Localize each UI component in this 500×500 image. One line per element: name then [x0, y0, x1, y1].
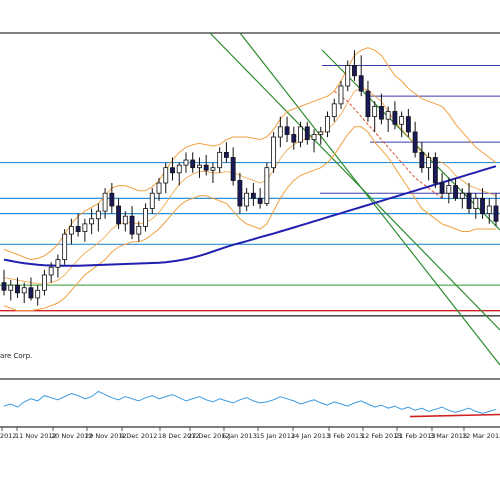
candle-body-28 — [190, 159, 196, 169]
candle-body-33 — [223, 151, 229, 158]
candle-body-47 — [318, 131, 324, 135]
candle-body-10 — [68, 226, 74, 235]
candle-body-24 — [163, 167, 169, 184]
candle-body-30 — [203, 164, 209, 171]
candle-body-66 — [446, 185, 452, 194]
candle-body-23 — [156, 182, 162, 194]
candle-body-11 — [75, 226, 81, 232]
candle-body-56 — [379, 106, 384, 120]
candle-body-34 — [230, 157, 236, 181]
candle-body-19 — [129, 215, 135, 235]
candle-body-32 — [217, 151, 223, 169]
candle-body-58 — [392, 111, 398, 125]
candle-body-27 — [183, 159, 189, 166]
candle-body-0 — [1, 282, 7, 291]
x-tick-label-8: 15 Jan 2013 — [256, 432, 295, 440]
candle-body-69 — [466, 192, 472, 209]
candle-body-36 — [244, 192, 250, 207]
candle-body-17 — [116, 205, 121, 225]
candle-body-67 — [453, 185, 458, 199]
candle-body-6 — [42, 274, 47, 291]
x-tick-label-9: 24 Jan 2013 — [291, 432, 330, 440]
candle-body-16 — [109, 192, 115, 207]
candle-body-4 — [28, 287, 34, 299]
candle-body-31 — [210, 167, 216, 171]
candle-body-38 — [257, 197, 263, 204]
candle-body-49 — [331, 103, 337, 118]
candle-body-53 — [358, 75, 364, 92]
candle-body-25 — [170, 167, 175, 174]
candle-body-68 — [459, 192, 465, 199]
candle-body-21 — [143, 208, 148, 227]
candle-body-29 — [197, 164, 202, 169]
candle-body-5 — [35, 289, 41, 299]
candle-body-73 — [493, 205, 499, 222]
candle-body-41 — [277, 126, 283, 138]
candle-body-12 — [82, 223, 88, 232]
candle-body-15 — [102, 192, 108, 212]
candle-body-62 — [419, 151, 425, 169]
candle-body-52 — [352, 65, 357, 77]
candle-body-64 — [432, 157, 438, 184]
candle-body-44 — [298, 126, 303, 143]
x-tick-label-10: 3 Feb 2013 — [327, 432, 363, 440]
candle-body-55 — [372, 106, 378, 118]
candle-body-35 — [237, 180, 243, 207]
candle-body-18 — [122, 215, 128, 225]
candle-body-37 — [250, 192, 256, 199]
candle-body-71 — [480, 197, 485, 215]
candle-body-51 — [345, 65, 351, 87]
candle-body-45 — [304, 126, 310, 141]
candle-body-60 — [405, 116, 411, 133]
candle-body-9 — [62, 233, 68, 261]
candle-body-8 — [55, 259, 61, 268]
candle-body-40 — [271, 136, 277, 169]
candle-body-22 — [149, 192, 155, 209]
candle-body-14 — [95, 210, 101, 220]
x-tick-label-4: 9 Dec 2012 — [120, 432, 157, 440]
x-tick-label-7: 6 Jan 2013 — [222, 432, 257, 440]
candle-body-54 — [365, 90, 371, 118]
candle-body-50 — [338, 85, 344, 105]
candle-body-7 — [48, 266, 54, 276]
candle-body-13 — [89, 218, 95, 225]
candlestick-chart: 201211 Nov 201220 Nov 201229 Nov 20129 D… — [0, 32, 500, 440]
candle-body-3 — [21, 287, 27, 294]
candle-body-1 — [8, 284, 14, 291]
candle-body-65 — [439, 182, 445, 194]
candle-body-26 — [176, 164, 182, 174]
candle-body-61 — [412, 131, 418, 153]
candle-body-43 — [291, 134, 297, 143]
copyright-text: are Corp. — [0, 352, 32, 360]
candle-body-2 — [15, 284, 20, 294]
candle-body-48 — [325, 116, 330, 133]
candle-body-70 — [473, 197, 479, 209]
candle-body-42 — [284, 126, 290, 135]
chart-window: 2012 11 Nov 2012 20 Nov 2012 29 Nov 2012 9 D… — [0, 0, 500, 500]
candle-body-59 — [399, 116, 405, 125]
candle-body-39 — [264, 167, 270, 204]
candle-body-57 — [385, 111, 391, 120]
candle-body-20 — [136, 226, 142, 235]
x-tick-label-14: 12 Mar 2013 — [462, 432, 500, 440]
candle-body-63 — [426, 157, 432, 169]
candle-body-46 — [311, 134, 317, 141]
chart-background — [0, 33, 500, 433]
candle-body-72 — [486, 205, 492, 215]
